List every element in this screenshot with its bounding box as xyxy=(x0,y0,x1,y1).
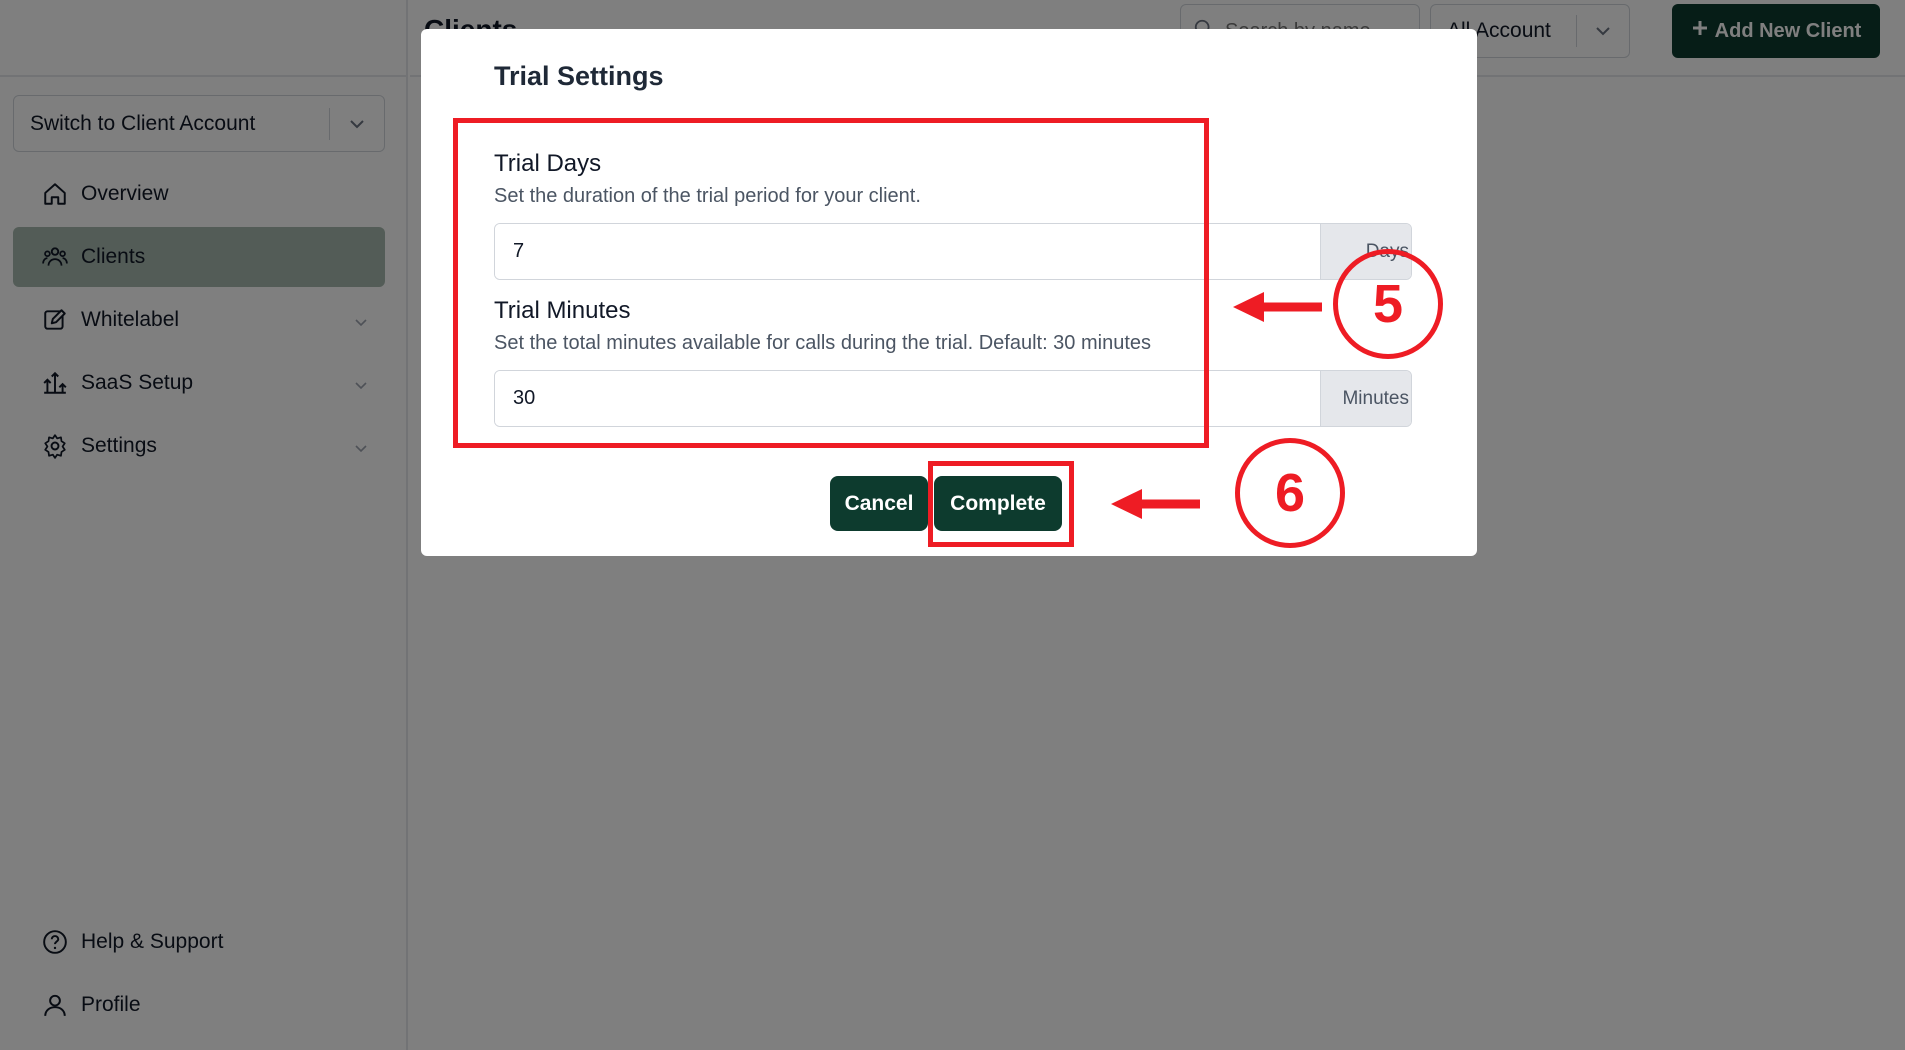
annotation-highlight-box xyxy=(928,461,1074,547)
annotation-arrow-icon xyxy=(1233,292,1322,322)
annotation-arrow-icon xyxy=(1111,489,1200,519)
cancel-button[interactable]: Cancel xyxy=(830,476,928,531)
modal-title: Trial Settings xyxy=(494,61,664,91)
trial-minutes-unit: Minutes xyxy=(1320,371,1411,426)
annotation-step-badge: 6 xyxy=(1235,438,1345,548)
annotation-step-badge: 5 xyxy=(1333,249,1443,359)
annotation-highlight-box xyxy=(453,118,1209,448)
